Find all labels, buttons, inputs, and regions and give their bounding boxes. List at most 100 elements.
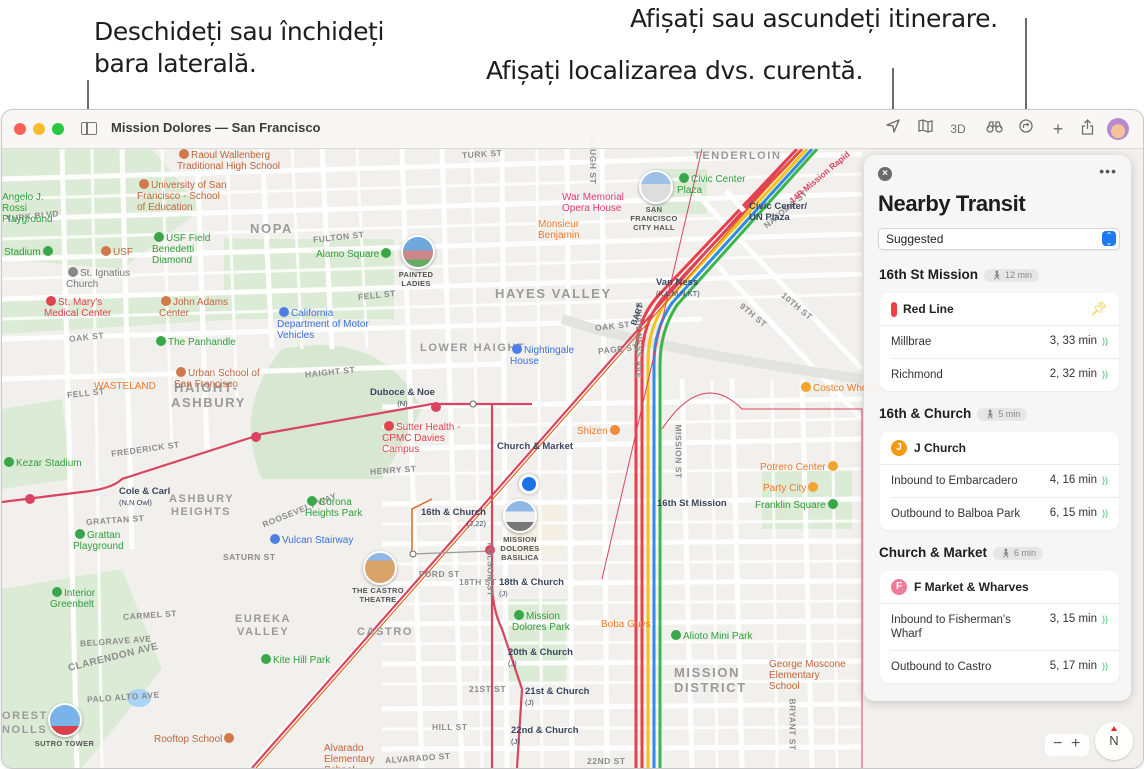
poi-landmark[interactable]: Vulcan Stairway (268, 534, 353, 546)
transit-stop[interactable]: Church & Market (497, 441, 573, 452)
sidebar-toggle-icon[interactable] (81, 122, 97, 135)
poi-school[interactable]: University of San Francisco - School of … (137, 179, 227, 213)
live-signal-icon: )) (1102, 369, 1108, 379)
transit-stop[interactable]: Cole & Carl (N,N Owl) (119, 486, 170, 508)
poi-school[interactable]: John Adams Center (159, 296, 229, 319)
poi-park[interactable]: Grattan Playground (73, 529, 143, 552)
departure-row[interactable]: Inbound to Fisherman's Wharf 3, 15 min)) (891, 604, 1119, 651)
sort-select[interactable]: Suggested ⌃ ⌄ (878, 228, 1120, 250)
poi-park[interactable]: Civic Center Plaza (677, 173, 747, 196)
poi-park[interactable]: The Panhandle (154, 336, 236, 348)
compass-button[interactable]: N (1095, 722, 1133, 760)
poi-shop[interactable]: Party City (763, 482, 820, 494)
transit-stop[interactable]: 18th & Church (J) (499, 577, 564, 599)
poi-stadium[interactable]: Kezar Stadium (2, 457, 82, 469)
poi-park[interactable]: Kite Hill Park (259, 654, 330, 666)
neighborhood-label: OREST (2, 710, 48, 722)
poi-park[interactable]: Franklin Square (755, 499, 840, 511)
transit-stop[interactable]: Civic Center/ UN Plaza (749, 201, 809, 223)
neighborhood-label: HEIGHTS (171, 506, 232, 518)
departure-row[interactable]: Richmond 2, 32 min)) (891, 359, 1119, 391)
window-title: Mission Dolores — San Francisco (111, 120, 321, 135)
poi-school[interactable]: Raoul Wallenberg Traditional High School (177, 149, 287, 172)
line-card[interactable]: Red Line 📌︎ Millbrae 3, 33 min)) Richmond… (880, 293, 1119, 391)
transit-stop[interactable]: 16th St Mission (657, 498, 727, 509)
landmark-sutro-tower[interactable] (48, 703, 82, 737)
poi-landmark[interactable]: Nightingale House (510, 344, 580, 367)
binoculars-icon[interactable] (984, 119, 1004, 139)
poi-park[interactable]: Mission Dolores Park (512, 610, 582, 633)
more-icon[interactable]: ••• (1099, 163, 1117, 179)
zoom-in-button[interactable]: + (1071, 735, 1080, 753)
poi-stadium[interactable]: Stadium (4, 246, 55, 258)
street-label: 22ND ST (587, 756, 626, 766)
poi-government[interactable]: California Department of Motor Vehicles (277, 307, 372, 341)
poi-school[interactable]: Rooftop School (154, 733, 236, 745)
poi-park[interactable]: Corona Heights Park (305, 496, 375, 519)
line-name: F Market & Wharves (914, 580, 1029, 594)
transit-stop[interactable]: Van Ness (K,L,M,N,KT) (656, 277, 700, 299)
line-card[interactable]: F F Market & Wharves Inbound to Fisherma… (880, 571, 1119, 683)
poi-school[interactable]: USF (99, 246, 133, 258)
departure-row[interactable]: Outbound to Balboa Park 6, 15 min)) (891, 498, 1119, 530)
poi-restaurant[interactable]: Monsieur Benjamin (538, 219, 598, 241)
stop-name: 16th & Church (879, 406, 972, 421)
transit-stop[interactable]: Duboce & Noe (N) (370, 387, 435, 409)
directions-icon[interactable] (1017, 119, 1035, 139)
poi-park[interactable]: Interior Greenbelt (50, 587, 120, 610)
minimize-window-button[interactable] (33, 123, 45, 135)
landmark-label: SUTRO TOWER (34, 739, 95, 748)
departure-row[interactable]: Outbound to Castro 5, 17 min)) (891, 651, 1119, 683)
landmark-label: MISSION DOLORES BASILICA (500, 535, 540, 562)
close-icon[interactable]: × (878, 167, 892, 181)
poi-shop[interactable]: WASTELAND (94, 381, 156, 392)
poi-hospital[interactable]: St. Mary's Medical Center (44, 296, 129, 319)
departure-row[interactable]: Millbrae 3, 33 min)) (891, 326, 1119, 359)
poi-school[interactable]: George Moscone Elementary School (769, 659, 849, 692)
close-window-button[interactable] (14, 123, 26, 135)
poi-shop[interactable]: Potrero Center (760, 461, 840, 473)
stop-header: 16th St Mission 🚶︎ 12 min (879, 267, 1039, 282)
poi-hospital[interactable]: Sutter Health - CPMC Davies Campus (382, 421, 467, 455)
poi-school[interactable]: Alvarado Elementary School (324, 743, 399, 768)
poi-church[interactable]: St. Ignatius Church (66, 267, 146, 290)
poi-theater[interactable]: War Memorial Opera House (562, 192, 637, 214)
compass-label: N (1109, 733, 1119, 748)
line-badge-j: J (891, 440, 907, 456)
map-canvas[interactable]: NOPA HAYES VALLEY TENDERLOIN LOWER HAIGH… (2, 135, 1143, 768)
landmark-castro-theatre[interactable] (363, 551, 397, 585)
poi-school[interactable]: Urban School of San Francisco (174, 367, 264, 390)
neighborhood-label: DISTRICT (674, 680, 747, 695)
compass-north-icon (1111, 726, 1117, 731)
poi-cafe[interactable]: Boba Guys (601, 619, 650, 630)
zoom-out-button[interactable]: − (1053, 735, 1062, 753)
plus-icon[interactable]: + (1050, 119, 1066, 139)
callout-directions-leader (1025, 18, 1027, 120)
transit-stop[interactable]: 21st & Church (J) (525, 686, 589, 708)
line-card[interactable]: J J Church Inbound to Embarcadero 4, 16 m… (880, 432, 1119, 530)
callout-location: Afișați localizarea dvs. curentă. (486, 56, 864, 85)
location-arrow-icon[interactable] (884, 119, 902, 139)
map-icon[interactable] (916, 119, 934, 139)
three-d-button[interactable]: 3D (947, 119, 969, 139)
poi-park[interactable]: Alioto Mini Park (669, 630, 752, 642)
poi-park[interactable]: Alamo Square (316, 248, 393, 260)
landmark-mission-dolores[interactable] (503, 499, 537, 533)
line-name: Red Line (903, 302, 954, 316)
landmark-painted-ladies[interactable] (401, 235, 435, 269)
fullscreen-window-button[interactable] (52, 123, 64, 135)
pin-icon[interactable]: 📌︎ (1090, 301, 1107, 317)
departure-row[interactable]: Inbound to Embarcadero 4, 16 min)) (891, 465, 1119, 498)
transit-stop[interactable]: 22nd & Church (J) (511, 725, 579, 747)
transit-stop[interactable]: 16th & Church (J,22) (421, 507, 486, 529)
poi-stadium[interactable]: USF Field Benedetti Diamond (152, 232, 232, 266)
poi-restaurant[interactable]: Shizen (577, 425, 622, 437)
stop-header: 16th & Church 🚶︎ 5 min (879, 406, 1028, 421)
panel-title: Nearby Transit (878, 191, 1026, 216)
landmark-city-hall[interactable] (639, 170, 673, 204)
transit-stop[interactable]: 20th & Church (J) (508, 647, 573, 669)
share-icon[interactable] (1079, 119, 1095, 139)
user-avatar[interactable] (1107, 118, 1129, 140)
poi-park[interactable]: Angelo J. Rossi Playground (2, 192, 62, 225)
current-location-dot[interactable] (519, 474, 539, 494)
